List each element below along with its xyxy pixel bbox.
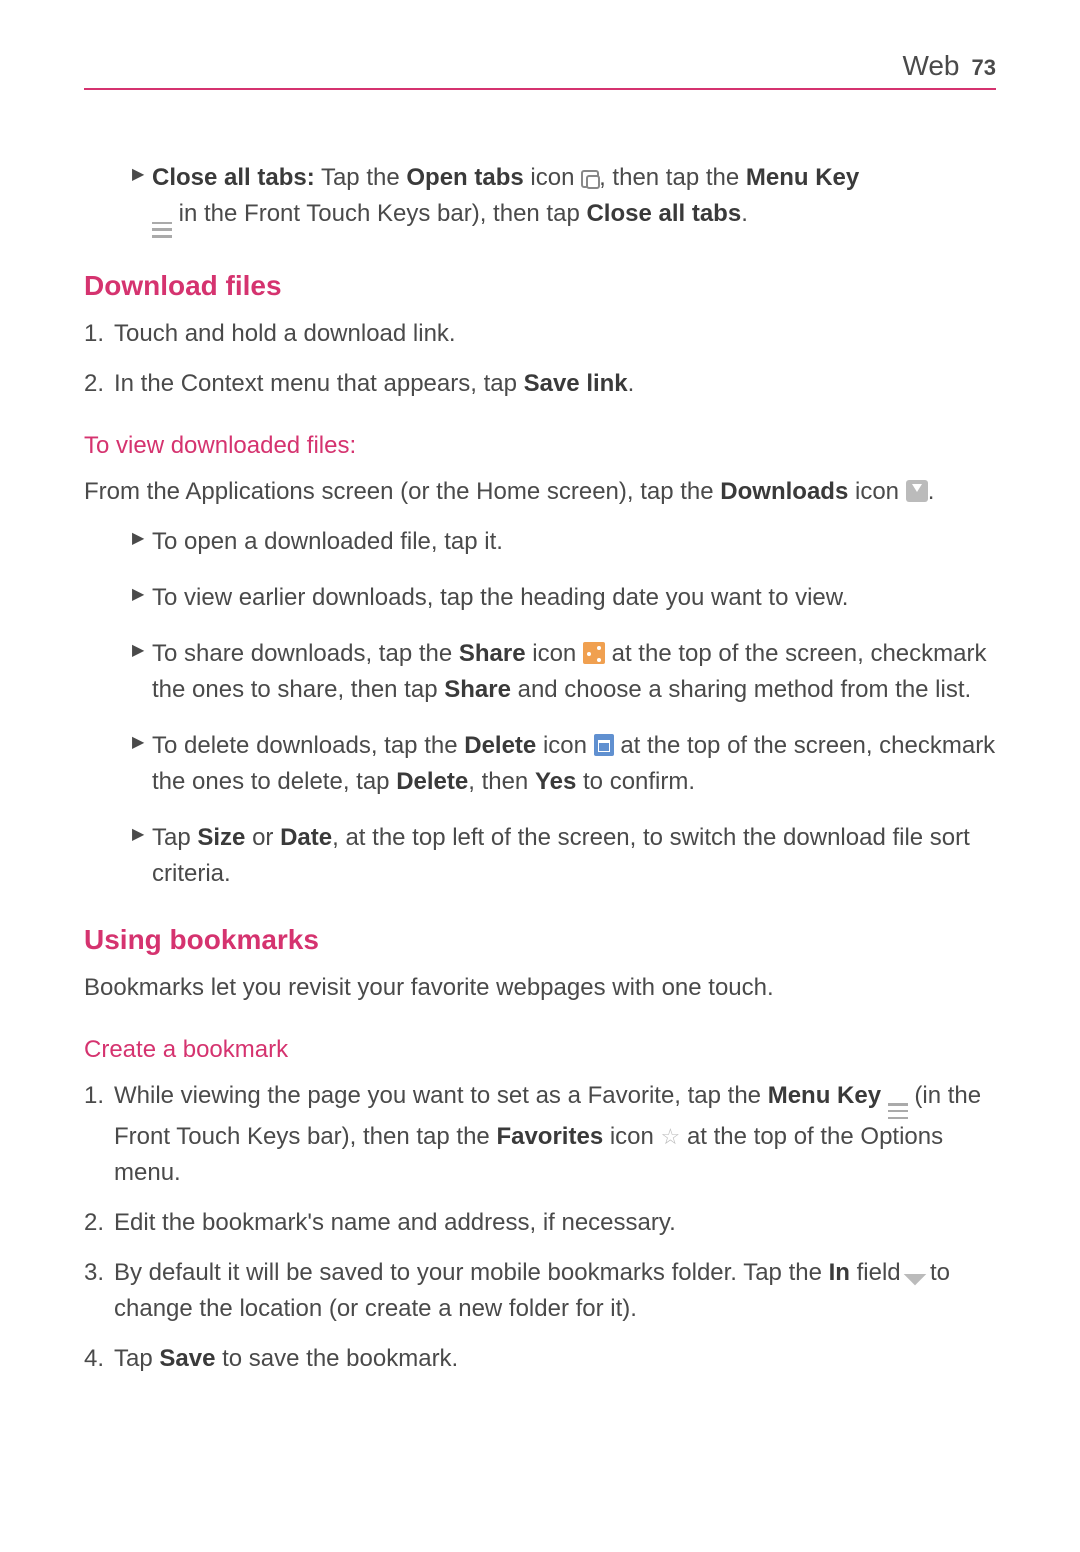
step-text: While viewing the page you want to set a… [114, 1078, 996, 1192]
t: icon [526, 640, 583, 667]
header-section: Web [902, 50, 959, 82]
close-tabs-text: Close all tabs: Tap the Open tabs icon ,… [152, 160, 996, 238]
favorites-label: Favorites [496, 1123, 603, 1150]
open-tabs-icon [581, 170, 599, 188]
t: . [928, 478, 935, 505]
t: . [628, 370, 635, 397]
bullet-marker-icon: ▶ [132, 728, 152, 800]
t: to confirm. [576, 768, 695, 795]
bullet-marker-icon: ▶ [132, 580, 152, 616]
menu-key-icon [888, 1103, 908, 1119]
bookmarks-intro: Bookmarks let you revisit your favorite … [84, 970, 996, 1006]
downloads-icon [906, 480, 928, 502]
t: In the Context menu that appears, tap [114, 370, 524, 397]
t: To share downloads, tap the [152, 640, 459, 667]
num: 3. [84, 1255, 114, 1327]
t: and choose a sharing method from the lis… [511, 676, 971, 703]
step-text: Edit the bookmark's name and address, if… [114, 1205, 996, 1241]
using-bookmarks-heading: Using bookmarks [84, 924, 996, 956]
bookmark-step-3: 3. By default it will be saved to your m… [84, 1255, 996, 1327]
manual-page: Web 73 ▶ Close all tabs: Tap the Open ta… [0, 0, 1080, 1552]
t: To open a downloaded file, tap it. [152, 524, 996, 560]
t: From the Applications screen (or the Hom… [84, 478, 720, 505]
num: 1. [84, 1078, 114, 1192]
download-step-1: 1. Touch and hold a download link. [84, 316, 996, 352]
t: To delete downloads, tap the [152, 732, 464, 759]
num: 2. [84, 1205, 114, 1241]
download-step-2: 2. In the Context menu that appears, tap… [84, 366, 996, 402]
t: Tap Size or Date, at the top left of the… [152, 820, 996, 892]
t: Tap the [315, 164, 407, 191]
close-all-tabs-action: Close all tabs [586, 200, 741, 227]
t: to save the bookmark. [215, 1345, 458, 1372]
t: icon [603, 1123, 660, 1150]
date-label: Date [280, 824, 332, 851]
step-text: In the Context menu that appears, tap Sa… [114, 366, 996, 402]
view-downloaded-intro: From the Applications screen (or the Hom… [84, 474, 996, 510]
menu-key-label: Menu Key [746, 164, 859, 191]
bullet-sort: ▶ Tap Size or Date, at the top left of t… [132, 820, 996, 892]
save-label: Save [159, 1345, 215, 1372]
num: 1. [84, 316, 114, 352]
view-downloaded-heading: To view downloaded files: [84, 432, 996, 460]
bullet-marker-icon: ▶ [132, 524, 152, 560]
size-label: Size [197, 824, 245, 851]
download-steps: 1. Touch and hold a download link. 2. In… [84, 316, 996, 402]
view-downloaded-bullets: ▶ To open a downloaded file, tap it. ▶ T… [132, 524, 996, 892]
bullet-marker-icon: ▶ [132, 820, 152, 892]
delete-icon [594, 734, 614, 756]
bookmark-step-4: 4. Tap Save to save the bookmark. [84, 1341, 996, 1377]
t: While viewing the page you want to set a… [114, 1082, 768, 1109]
download-files-heading: Download files [84, 270, 996, 302]
create-bookmark-heading: Create a bookmark [84, 1036, 996, 1064]
step-text: Tap Save to save the bookmark. [114, 1341, 996, 1377]
t: , then [468, 768, 535, 795]
create-bookmark-steps: 1. While viewing the page you want to se… [84, 1078, 996, 1378]
num: 2. [84, 366, 114, 402]
header-page-number: 73 [972, 55, 996, 81]
t: , then tap the [599, 164, 746, 191]
yes-label: Yes [535, 768, 576, 795]
t: Tap [152, 824, 197, 851]
step-text: Touch and hold a download link. [114, 316, 996, 352]
bullet-marker-icon: ▶ [132, 160, 152, 238]
step-text: By default it will be saved to your mobi… [114, 1255, 996, 1327]
close-all-tabs-label: Close all tabs: [152, 164, 315, 191]
bookmark-step-1: 1. While viewing the page you want to se… [84, 1078, 996, 1192]
bullet-earlier: ▶ To view earlier downloads, tap the hea… [132, 580, 996, 616]
t: . [741, 200, 748, 227]
bullet-marker-icon: ▶ [132, 636, 152, 708]
t: To delete downloads, tap the Delete icon… [152, 728, 996, 800]
downloads-label: Downloads [720, 478, 848, 505]
bookmark-step-2: 2. Edit the bookmark's name and address,… [84, 1205, 996, 1241]
share-label-2: Share [444, 676, 511, 703]
t: or [245, 824, 280, 851]
star-icon: ☆ [661, 1124, 681, 1149]
t: icon [536, 732, 593, 759]
in-label: In [829, 1259, 850, 1286]
t: icon [848, 478, 905, 505]
close-tabs-item: ▶ Close all tabs: Tap the Open tabs icon… [132, 160, 996, 238]
t: To share downloads, tap the Share icon a… [152, 636, 996, 708]
t: icon [524, 164, 581, 191]
page-header: Web 73 [84, 50, 996, 90]
close-tabs-list: ▶ Close all tabs: Tap the Open tabs icon… [132, 160, 996, 238]
t: To view earlier downloads, tap the headi… [152, 580, 996, 616]
save-link-label: Save link [524, 370, 628, 397]
menu-key-label-2: Menu Key [768, 1082, 881, 1109]
t: field [850, 1259, 907, 1286]
menu-key-icon [152, 222, 172, 238]
t: Tap [114, 1345, 159, 1372]
bullet-delete: ▶ To delete downloads, tap the Delete ic… [132, 728, 996, 800]
delete-label: Delete [464, 732, 536, 759]
open-tabs-label: Open tabs [406, 164, 523, 191]
t: By default it will be saved to your mobi… [114, 1259, 829, 1286]
num: 4. [84, 1341, 114, 1377]
bullet-share: ▶ To share downloads, tap the Share icon… [132, 636, 996, 708]
t: in the Front Touch Keys bar), then tap [172, 200, 586, 227]
bullet-open-file: ▶ To open a downloaded file, tap it. [132, 524, 996, 560]
share-icon [583, 642, 605, 664]
share-label: Share [459, 640, 526, 667]
delete-label-2: Delete [396, 768, 468, 795]
